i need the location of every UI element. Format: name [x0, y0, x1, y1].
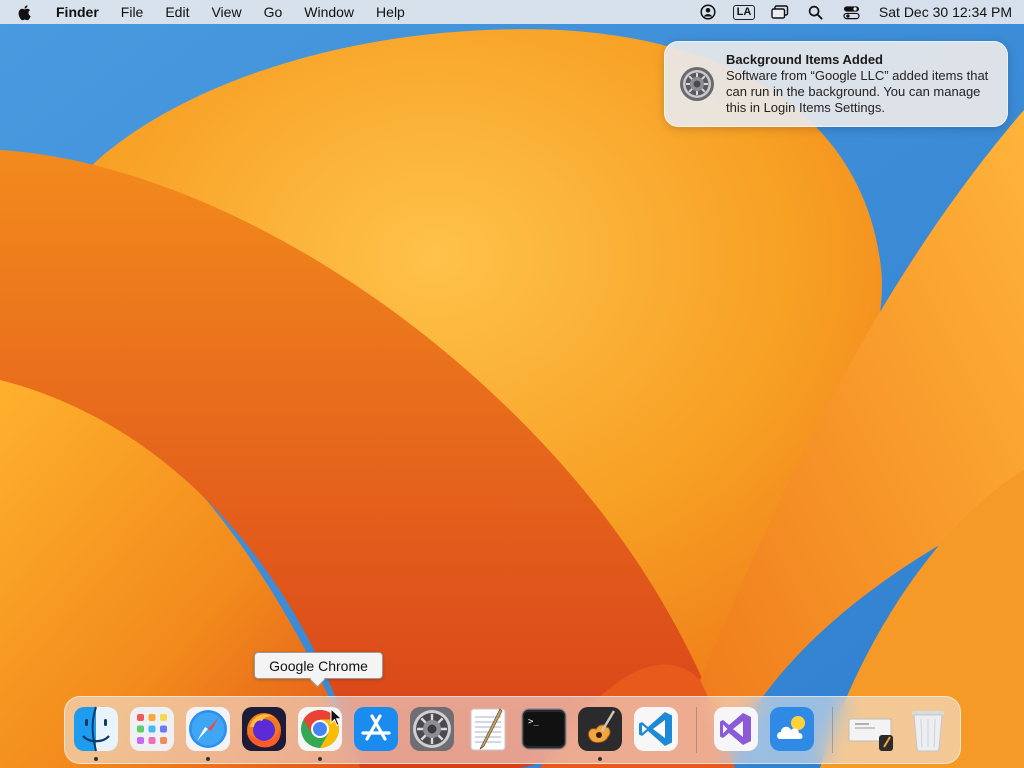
input-source-icon[interactable]: LA — [732, 4, 756, 20]
chrome-running-indicator — [318, 757, 322, 761]
screen-mirroring-icon[interactable] — [771, 4, 789, 20]
input-source-label: LA — [732, 4, 756, 20]
menu-window[interactable]: Window — [304, 4, 354, 20]
menubar-clock[interactable]: Sat Dec 30 12:34 PM — [879, 4, 1012, 20]
menu-view[interactable]: View — [211, 4, 241, 20]
garageband-icon[interactable] — [576, 705, 624, 753]
menu-bar: Finder File Edit View Go Window Help LA … — [0, 0, 1024, 24]
firefox-icon[interactable] — [240, 705, 288, 753]
menu-help[interactable]: Help — [376, 4, 405, 20]
user-account-icon[interactable] — [699, 4, 717, 20]
svg-text:>_: >_ — [528, 717, 539, 727]
terminal-icon[interactable]: >_ — [520, 705, 568, 753]
finder-icon[interactable] — [72, 705, 120, 753]
menu-edit[interactable]: Edit — [165, 4, 189, 20]
system-settings-dock-icon[interactable] — [408, 705, 456, 753]
dock-separator — [696, 707, 697, 753]
mouse-pointer-icon — [330, 707, 344, 728]
visual-studio-code-icon[interactable] — [632, 705, 680, 753]
control-center-icon[interactable] — [843, 4, 861, 20]
safari-icon[interactable] — [184, 705, 232, 753]
notification-body: Software from “Google LLC” added items t… — [726, 68, 989, 115]
visual-studio-icon[interactable] — [712, 705, 760, 753]
spotlight-search-icon[interactable] — [807, 4, 825, 20]
trash-icon[interactable] — [904, 705, 952, 753]
garageband-running-indicator — [598, 757, 602, 761]
dock-tooltip: Google Chrome — [254, 652, 383, 679]
dock-separator-stacks — [832, 707, 833, 753]
finder-running-indicator — [94, 757, 98, 761]
background-items-notification[interactable]: Background Items Added Software from “Go… — [664, 41, 1008, 127]
downloads-stack-icon[interactable] — [846, 705, 894, 753]
textedit-icon[interactable] — [464, 705, 512, 753]
menu-file[interactable]: File — [121, 4, 144, 20]
apple-menu-icon[interactable] — [18, 3, 34, 21]
safari-running-indicator — [206, 757, 210, 761]
menu-app-name[interactable]: Finder — [56, 4, 99, 20]
notification-title: Background Items Added — [726, 52, 883, 67]
dock: >_ — [64, 696, 961, 764]
weather-icon[interactable] — [768, 705, 816, 753]
menu-go[interactable]: Go — [264, 4, 283, 20]
system-settings-icon — [679, 66, 715, 102]
launchpad-icon[interactable] — [128, 705, 176, 753]
app-store-icon[interactable] — [352, 705, 400, 753]
